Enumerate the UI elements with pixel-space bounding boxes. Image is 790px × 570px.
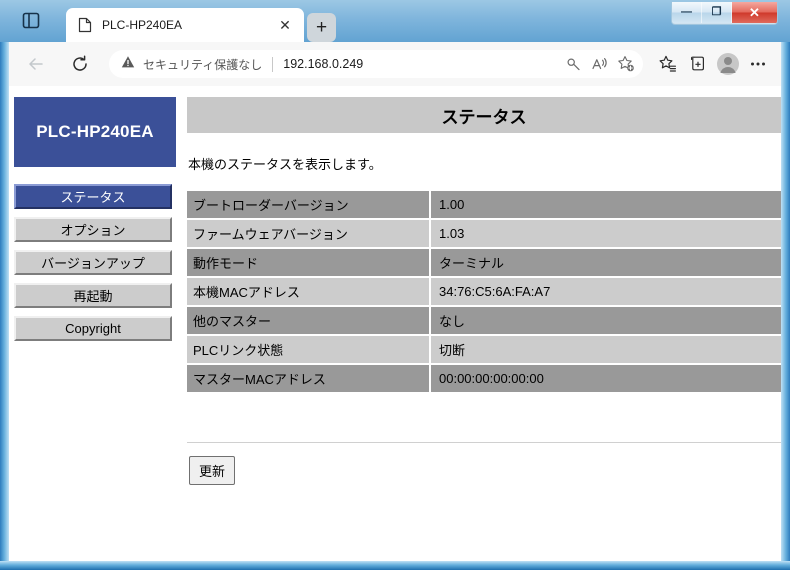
favorites-icon[interactable] [653, 49, 683, 79]
browser-toolbar: セキュリティ保護なし 192.168.0.249 [9, 42, 781, 86]
tab-strip: PLC-HP240EA ✕ + — ❐ ✕ [0, 0, 790, 42]
sidebar-item-label: Copyright [65, 321, 121, 336]
page-viewport: PLC-HP240EA ステータス オプション バージョンアップ 再起動 Cop… [9, 86, 781, 561]
omnibox-inline-icons [561, 51, 639, 77]
window-border-right [781, 0, 790, 570]
refresh-icon[interactable] [65, 49, 95, 79]
collections-icon[interactable] [683, 49, 713, 79]
back-arrow-icon[interactable] [21, 49, 51, 79]
table-row: 本機MACアドレス 34:76:C5:6A:FA:A7 [187, 278, 781, 305]
warning-triangle-icon [121, 55, 135, 74]
table-row: 動作モード ターミナル [187, 249, 781, 276]
sidebar-item-reboot[interactable]: 再起動 [14, 283, 172, 308]
sidebar-nav: ステータス オプション バージョンアップ 再起動 Copyright [12, 184, 178, 341]
security-status-text: セキュリティ保護なし [143, 57, 263, 72]
url-text[interactable]: 192.168.0.249 [283, 57, 561, 71]
row-value: 00:00:00:00:00:00 [431, 365, 781, 392]
row-key: PLCリンク状態 [187, 336, 431, 363]
sidebar-item-label: ステータス [60, 190, 126, 205]
row-key: 他のマスター [187, 307, 431, 334]
page-icon [78, 17, 92, 33]
page-description: 本機のステータスを表示します。 [188, 157, 382, 172]
window-caption-buttons: — ❐ ✕ [671, 2, 778, 25]
window-border-bottom [0, 561, 790, 570]
add-favorite-icon[interactable] [613, 51, 639, 77]
status-table: ブートローダーバージョン 1.00 ファームウェアバージョン 1.03 動作モー… [187, 189, 781, 394]
omnibox-divider [272, 56, 274, 72]
horizontal-divider [187, 442, 781, 443]
row-value: 切断 [431, 336, 781, 363]
row-key: 本機MACアドレス [187, 278, 431, 305]
table-row: ファームウェアバージョン 1.03 [187, 220, 781, 247]
sidebar-item-label: バージョンアップ [41, 256, 145, 271]
close-window-button[interactable]: ✕ [732, 2, 777, 23]
minimize-icon: — [681, 6, 692, 18]
row-key: ブートローダーバージョン [187, 191, 431, 218]
tab-title: PLC-HP240EA [102, 18, 183, 32]
page-title: ステータス [187, 97, 781, 133]
sidebar: PLC-HP240EA ステータス オプション バージョンアップ 再起動 Cop… [12, 86, 178, 349]
row-value: 1.00 [431, 191, 781, 218]
settings-more-icon[interactable] [743, 49, 773, 79]
minimize-button[interactable]: — [672, 2, 702, 23]
browser-tab[interactable]: PLC-HP240EA ✕ [66, 8, 304, 42]
maximize-button[interactable]: ❐ [702, 2, 732, 23]
table-row: マスターMACアドレス 00:00:00:00:00:00 [187, 365, 781, 392]
sidebar-item-options[interactable]: オプション [14, 217, 172, 242]
tab-actions-icon[interactable] [22, 12, 40, 29]
row-value: ターミナル [431, 249, 781, 276]
read-aloud-icon[interactable] [587, 51, 613, 77]
table-row: 他のマスター なし [187, 307, 781, 334]
sidebar-item-firmware-update[interactable]: バージョンアップ [14, 250, 172, 275]
table-row: PLCリンク状態 切断 [187, 336, 781, 363]
row-value: 1.03 [431, 220, 781, 247]
web-page: PLC-HP240EA ステータス オプション バージョンアップ 再起動 Cop… [9, 86, 781, 561]
close-icon: ✕ [749, 5, 760, 20]
row-key: ファームウェアバージョン [187, 220, 431, 247]
address-bar[interactable]: セキュリティ保護なし 192.168.0.249 [109, 50, 643, 78]
sidebar-item-label: 再起動 [73, 289, 113, 304]
main-content: ステータス 本機のステータスを表示します。 ブートローダーバージョン 1.00 … [181, 86, 781, 485]
row-value: 34:76:C5:6A:FA:A7 [431, 278, 781, 305]
key-icon[interactable] [561, 51, 587, 77]
browser-window: PLC-HP240EA ✕ + — ❐ ✕ セキュリティ保護なし 192.168… [0, 0, 790, 570]
table-row: ブートローダーバージョン 1.00 [187, 191, 781, 218]
close-tab-icon[interactable]: ✕ [274, 14, 296, 36]
new-tab-button[interactable]: + [307, 13, 336, 42]
row-key: 動作モード [187, 249, 431, 276]
maximize-icon: ❐ [711, 6, 722, 18]
window-border-left [0, 0, 9, 570]
brand-logo: PLC-HP240EA [14, 97, 176, 167]
toolbar-right-icons [653, 49, 773, 79]
sidebar-item-status[interactable]: ステータス [14, 184, 172, 209]
sidebar-item-label: オプション [60, 223, 126, 238]
row-key: マスターMACアドレス [187, 365, 431, 392]
refresh-button[interactable]: 更新 [189, 456, 236, 485]
profile-icon[interactable] [713, 49, 743, 79]
row-value: なし [431, 307, 781, 334]
sidebar-item-copyright[interactable]: Copyright [14, 316, 172, 341]
